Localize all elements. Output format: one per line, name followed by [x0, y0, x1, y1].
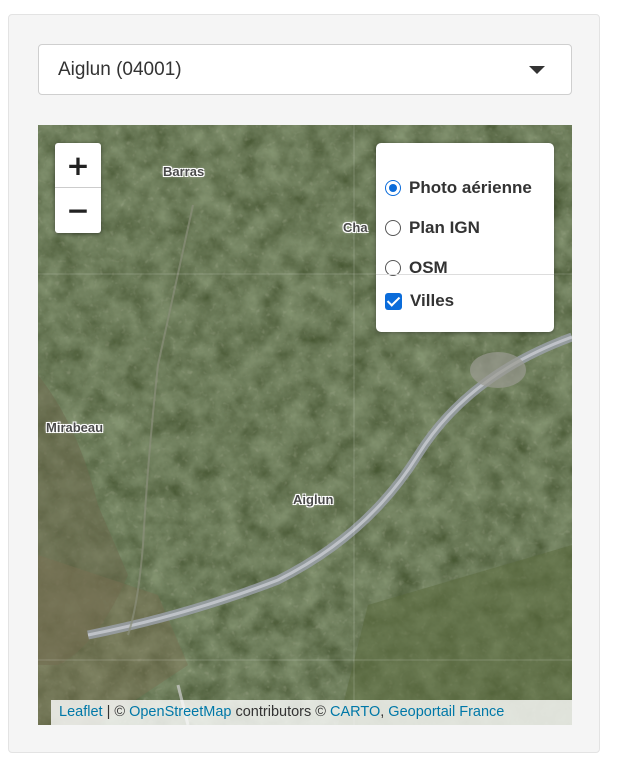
carto-link[interactable]: CARTO [330, 704, 380, 720]
attribution-separator: | © [102, 704, 130, 720]
map-attribution: Leaflet | © OpenStreetMap contributors ©… [51, 700, 572, 725]
layer-label: Photo aérienne [409, 178, 532, 197]
layers-control: Photo aérienne Plan IGN OSM Villes [376, 143, 554, 332]
geoportail-link[interactable]: Geoportail France [388, 704, 504, 720]
commune-select[interactable]: Aiglun (04001) [38, 44, 572, 95]
leaflet-link[interactable]: Leaflet [59, 704, 103, 720]
checkmark-icon[interactable] [385, 292, 402, 310]
attribution-contributors: contributors © [231, 704, 330, 720]
openstreetmap-link[interactable]: OpenStreetMap [129, 704, 231, 720]
radio-selected-icon[interactable] [385, 180, 401, 196]
town-label-cha: Cha [343, 220, 368, 235]
layer-option-plan-ign[interactable]: Plan IGN [385, 217, 480, 239]
commune-select-value: Aiglun (04001) [58, 59, 182, 80]
zoom-in-button[interactable]: + [55, 143, 101, 188]
caret-down-icon [529, 66, 545, 74]
layer-label: OSM [409, 258, 448, 277]
layer-option-photo[interactable]: Photo aérienne [385, 177, 532, 199]
layer-label: Plan IGN [409, 218, 480, 237]
layers-separator [376, 274, 554, 275]
town-label-aiglun: Aiglun [293, 492, 334, 507]
village-area [470, 352, 526, 388]
town-label-mirabeau: Mirabeau [46, 420, 104, 435]
layer-option-osm[interactable]: OSM [385, 257, 448, 279]
overlay-option-villes[interactable]: Villes [385, 290, 454, 312]
town-label-barras: Barras [163, 164, 205, 179]
radio-icon[interactable] [385, 220, 401, 236]
map-view[interactable]: + − Barras Cha Mirabeau Aiglun Photo aér… [38, 125, 572, 725]
overlay-label: Villes [410, 291, 455, 310]
zoom-out-button[interactable]: − [55, 188, 101, 233]
zoom-control: + − [55, 143, 101, 233]
